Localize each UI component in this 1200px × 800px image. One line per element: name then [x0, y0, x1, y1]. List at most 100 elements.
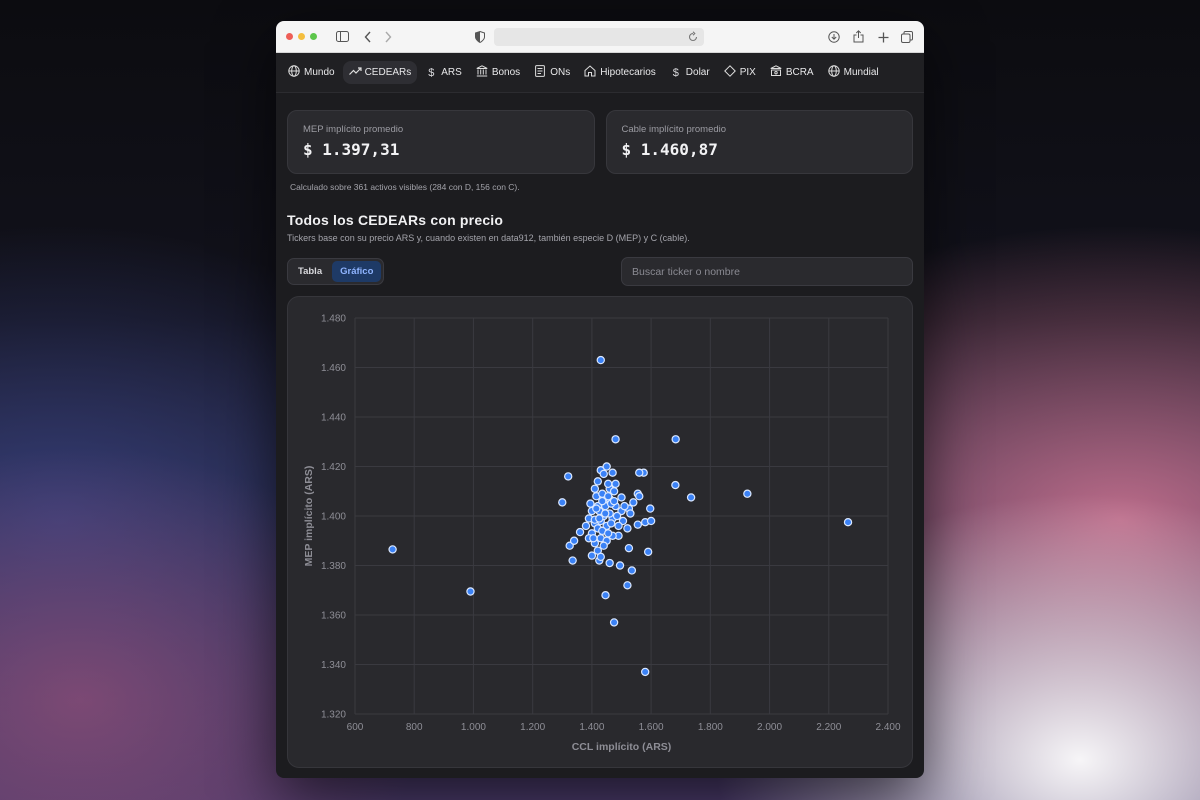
x-tick-label: 1.200 — [520, 722, 545, 733]
nav-item-mundo[interactable]: Mundo — [282, 60, 341, 85]
back-icon[interactable] — [360, 29, 376, 45]
nav-item-pix[interactable]: PIX — [718, 60, 762, 85]
y-tick-label: 1.320 — [321, 710, 346, 721]
y-tick-label: 1.400 — [321, 512, 346, 523]
x-tick-label: 1.800 — [698, 722, 723, 733]
sidebar-toggle-icon[interactable] — [334, 29, 350, 45]
globe-icon — [827, 65, 840, 80]
data-point — [615, 561, 625, 570]
x-tick-label: 2.200 — [816, 722, 841, 733]
data-point — [466, 587, 475, 596]
data-point — [623, 524, 632, 533]
globe-icon — [288, 65, 300, 80]
nav-label: Hipotecarios — [600, 67, 656, 78]
y-tick-label: 1.420 — [321, 462, 346, 473]
close-window-button[interactable] — [286, 33, 293, 40]
bank-icon — [770, 65, 782, 80]
dollar-icon: $ — [672, 66, 679, 79]
x-tick-label: 2.000 — [757, 722, 782, 733]
nav-item-mundial[interactable]: Mundial — [822, 60, 885, 85]
nav-label: ARS — [441, 67, 462, 78]
data-point — [627, 566, 637, 575]
reload-icon[interactable] — [688, 30, 698, 48]
shield-icon — [472, 29, 488, 45]
data-point — [614, 521, 623, 531]
data-point — [626, 509, 635, 518]
nav-label: Dolar — [685, 67, 710, 78]
table-view-button[interactable]: Tabla — [290, 261, 330, 282]
data-point — [617, 493, 626, 502]
data-point — [640, 667, 650, 677]
data-point — [643, 547, 653, 557]
data-point — [743, 489, 752, 498]
summary-cards: MEP implícito promedio $ 1.397,31 Cable … — [287, 110, 913, 174]
forward-icon[interactable] — [380, 29, 396, 45]
data-point — [671, 480, 680, 490]
nav-item-bonos[interactable]: Bonos — [470, 60, 526, 85]
bank-icon — [476, 65, 488, 80]
data-point — [589, 534, 598, 543]
nav-item-ars[interactable]: $ ARS — [419, 62, 468, 84]
tab-overview-icon[interactable] — [899, 29, 915, 45]
section-subtitle: Tickers base con su precio ARS y, cuando… — [287, 233, 690, 243]
cable-card: Cable implícito promedio $ 1.460,87 — [605, 110, 913, 174]
y-axis-label: MEP implícito (ARS) — [303, 466, 315, 567]
data-point — [609, 496, 619, 506]
data-point — [620, 501, 629, 511]
nav-label: Mundial — [843, 67, 879, 78]
data-point — [568, 556, 577, 565]
view-controls: Tabla Gráfico — [287, 257, 913, 286]
data-point — [624, 543, 634, 553]
browser-titlebar — [276, 21, 924, 53]
nav-item-dolar[interactable]: $ Dolar — [664, 62, 716, 84]
main-content: MEP implícito promedio $ 1.397,31 Cable … — [276, 93, 924, 768]
nav-label: BCRA — [785, 67, 814, 78]
new-tab-icon[interactable] — [875, 29, 891, 45]
mep-card: MEP implícito promedio $ 1.397,31 — [287, 110, 595, 174]
mep-label: MEP implícito promedio — [303, 124, 404, 135]
nav-item-ons[interactable]: ONs — [528, 60, 576, 85]
nav-label: PIX — [739, 67, 756, 78]
zoom-window-button[interactable] — [310, 33, 317, 40]
nav-item-hipotecarios[interactable]: Hipotecarios — [578, 60, 662, 85]
chart-view-button[interactable]: Gráfico — [332, 261, 382, 282]
data-point — [608, 468, 617, 477]
diamond-icon — [723, 65, 736, 80]
chart-canvas: 600 800 1.000 1.200 1.400 1.600 1.800 2.000 2.20… — [303, 314, 901, 754]
data-point — [605, 558, 614, 568]
data-point — [635, 491, 644, 501]
nav-label: Mundo — [304, 67, 335, 78]
nav-item-bcra[interactable]: BCRA — [764, 60, 820, 85]
section-title: Todos los CEDEARs con precio — [287, 212, 504, 228]
address-bar[interactable] — [494, 28, 704, 46]
search-input[interactable] — [621, 257, 913, 286]
calculation-note: Calculado sobre 361 activos visibles (28… — [290, 182, 520, 192]
data-point — [596, 552, 605, 562]
x-tick-label: 1.400 — [579, 722, 604, 733]
data-point — [581, 521, 591, 531]
nav-item-cedears[interactable]: CEDEARs — [342, 61, 418, 84]
data-point — [599, 469, 608, 479]
document-icon — [534, 65, 546, 80]
y-tick-label: 1.460 — [321, 363, 346, 374]
data-point — [686, 493, 696, 502]
download-icon[interactable] — [826, 29, 842, 45]
nav-label: Bonos — [491, 67, 521, 78]
x-axis-label: CCL implícito (ARS) — [572, 741, 672, 753]
data-point — [609, 618, 619, 627]
data-point — [593, 477, 603, 486]
y-tick-label: 1.360 — [321, 611, 346, 622]
data-point — [633, 520, 642, 529]
nav-label: ONs — [550, 67, 571, 78]
minimize-window-button[interactable] — [298, 33, 305, 40]
data-point — [388, 545, 397, 554]
data-point — [564, 472, 573, 481]
data-point — [623, 581, 632, 590]
data-point — [606, 519, 616, 528]
x-tick-label: 800 — [406, 722, 423, 733]
data-point — [587, 551, 597, 560]
data-point — [603, 529, 613, 538]
share-icon[interactable] — [850, 28, 866, 44]
y-tick-label: 1.440 — [321, 413, 346, 424]
browser-window: Mundo CEDEARs $ ARS Bonos ONs Hipotecari… — [276, 21, 924, 778]
